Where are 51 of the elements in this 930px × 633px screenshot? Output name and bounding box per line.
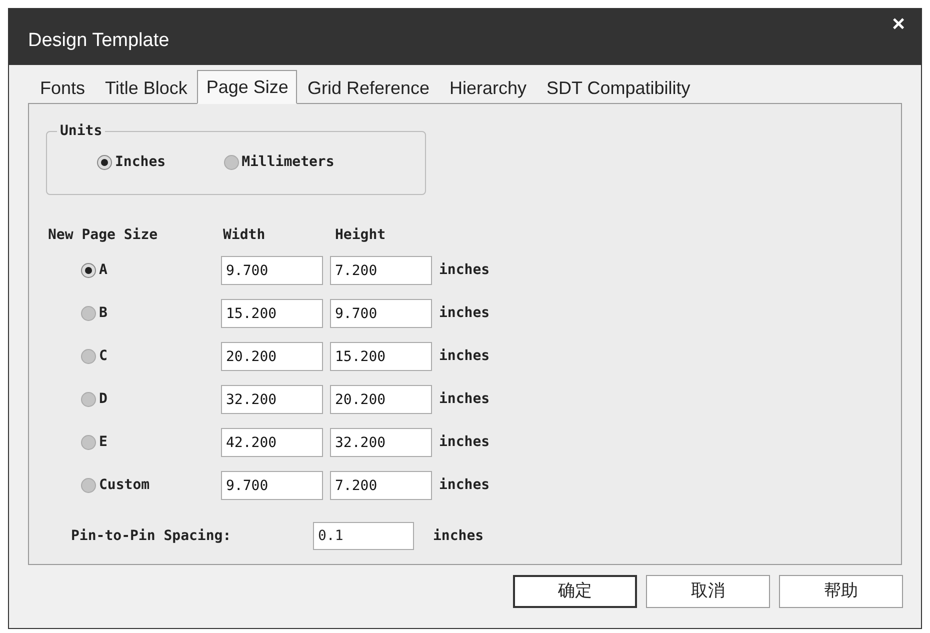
window-title: Design Template [28, 29, 170, 53]
radio-label: E [99, 433, 108, 452]
close-button[interactable]: × [888, 12, 909, 36]
input-field[interactable]: 15.200 [221, 299, 323, 328]
column-header: New Page Size [48, 226, 159, 245]
radio-label: Custom [99, 476, 150, 495]
radio-button[interactable] [81, 478, 96, 493]
input-field[interactable]: 9.700 [330, 299, 432, 328]
unit-label: inches [433, 526, 484, 546]
input-field[interactable]: 20.200 [221, 342, 323, 371]
input-field[interactable]: 9.700 [221, 256, 323, 285]
radio-label: D [99, 390, 108, 409]
radio-button[interactable] [81, 392, 96, 407]
field-label: Pin-to-Pin Spacing: [71, 526, 232, 546]
tab[interactable]: Page Size [197, 70, 298, 104]
radio-label: Millimeters [242, 153, 334, 172]
column-header: Height [334, 226, 387, 245]
radio-label: B [99, 304, 108, 323]
input-field[interactable]: 32.200 [330, 428, 432, 457]
radio-button[interactable] [81, 263, 96, 278]
radio-button[interactable] [224, 155, 239, 170]
radio-label: Inches [115, 153, 166, 172]
radio-label: C [99, 347, 108, 366]
radio-button[interactable] [81, 435, 96, 450]
unit-label: inches [439, 476, 490, 495]
unit-label: inches [439, 390, 490, 409]
input-field[interactable]: 20.200 [330, 385, 432, 414]
unit-label: inches [439, 433, 490, 452]
tab[interactable]: Fonts [30, 73, 96, 103]
input-field[interactable]: 7.200 [330, 471, 432, 500]
input-field[interactable]: 32.200 [221, 385, 323, 414]
input-field[interactable]: 42.200 [221, 428, 323, 457]
tab[interactable]: Grid Reference [297, 73, 440, 103]
unit-label: inches [439, 347, 490, 366]
dialog-button[interactable]: 取消 [646, 575, 770, 608]
tab[interactable]: Hierarchy [440, 73, 537, 103]
unit-label: inches [439, 261, 490, 280]
pin-spacing-field[interactable]: 0.1 [313, 522, 414, 550]
radio-button[interactable] [97, 155, 112, 170]
tab[interactable]: SDT Compatibility [536, 73, 700, 103]
tab[interactable]: Title Block [95, 73, 198, 103]
column-header: Width [222, 226, 266, 245]
input-field[interactable]: 9.700 [221, 471, 323, 500]
dialog-button[interactable]: 确定 [513, 575, 637, 608]
radio-button[interactable] [81, 306, 96, 321]
unit-label: inches [439, 304, 490, 323]
radio-button[interactable] [81, 349, 96, 364]
input-field[interactable]: 7.200 [330, 256, 432, 285]
dialog-button[interactable]: 帮助 [779, 575, 903, 608]
radio-label: A [99, 261, 108, 280]
input-field[interactable]: 15.200 [330, 342, 432, 371]
